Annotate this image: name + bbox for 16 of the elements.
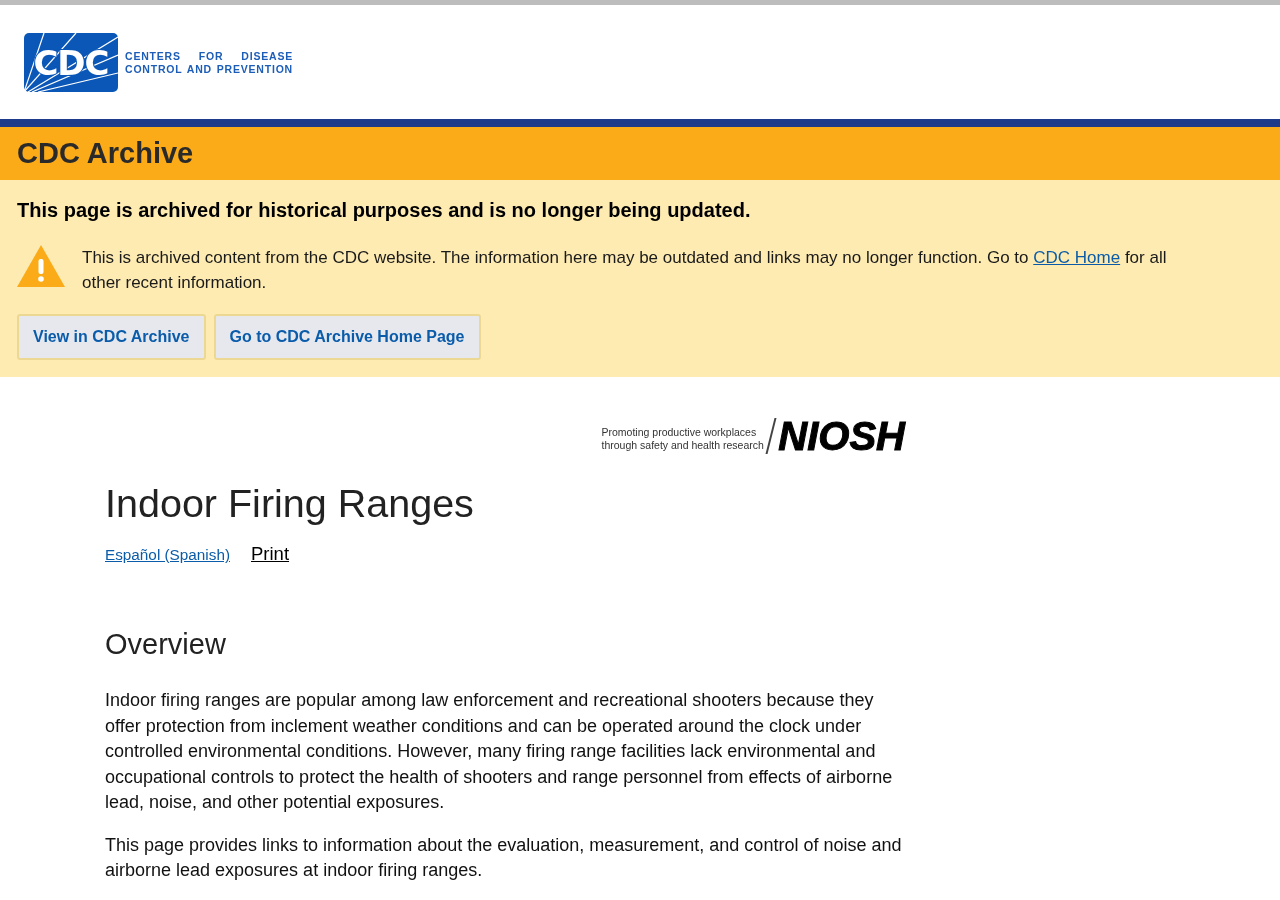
print-link[interactable]: Print [251,543,290,565]
page-title: Indoor Firing Ranges [105,481,475,525]
cdc-home-link[interactable]: CDC Home [1033,248,1121,267]
body-paragraph: Indoor firing ranges are popular among law enforcement and recreational shooters because they offer protection from inclement weather conditions and can be operated around the clock under controlled environmental conditions. However, many firing range facilities lack environmental and occupational controls to protect the health of shooters and range personnel from effects of airborne lead, noise, and other potential exposures. [105,689,894,814]
niosh-wordmark: NIOSH [778,418,905,454]
warning-icon [17,245,65,287]
archive-heading: This page is archived for historical purposes and is no longer being updated. [17,199,752,222]
body-paragraph: This page provides links to information about the evaluation, measurement, and control of noise and airborne lead exposures at indoor firing ranges. [105,833,903,882]
niosh-tagline: Promoting productive workplaces through safety and health research [601,426,764,452]
archive-button[interactable]: View in CDC Archive [17,314,206,360]
archive-title: CDC Archive [17,137,194,170]
archive-button[interactable]: Go to CDC Archive Home Page [213,314,481,360]
archive-notice: This is archived content from the CDC website. The information here may be outdated and links may no longer function. Go to CDC Home for all other recent information. [82,247,1168,294]
logo-wordmark: CENTERS FOR DISEASE CONTROL AND PREVENTION [125,49,293,76]
language-link[interactable]: Español (Spanish) [105,546,230,564]
section-heading: Overview [105,627,227,661]
